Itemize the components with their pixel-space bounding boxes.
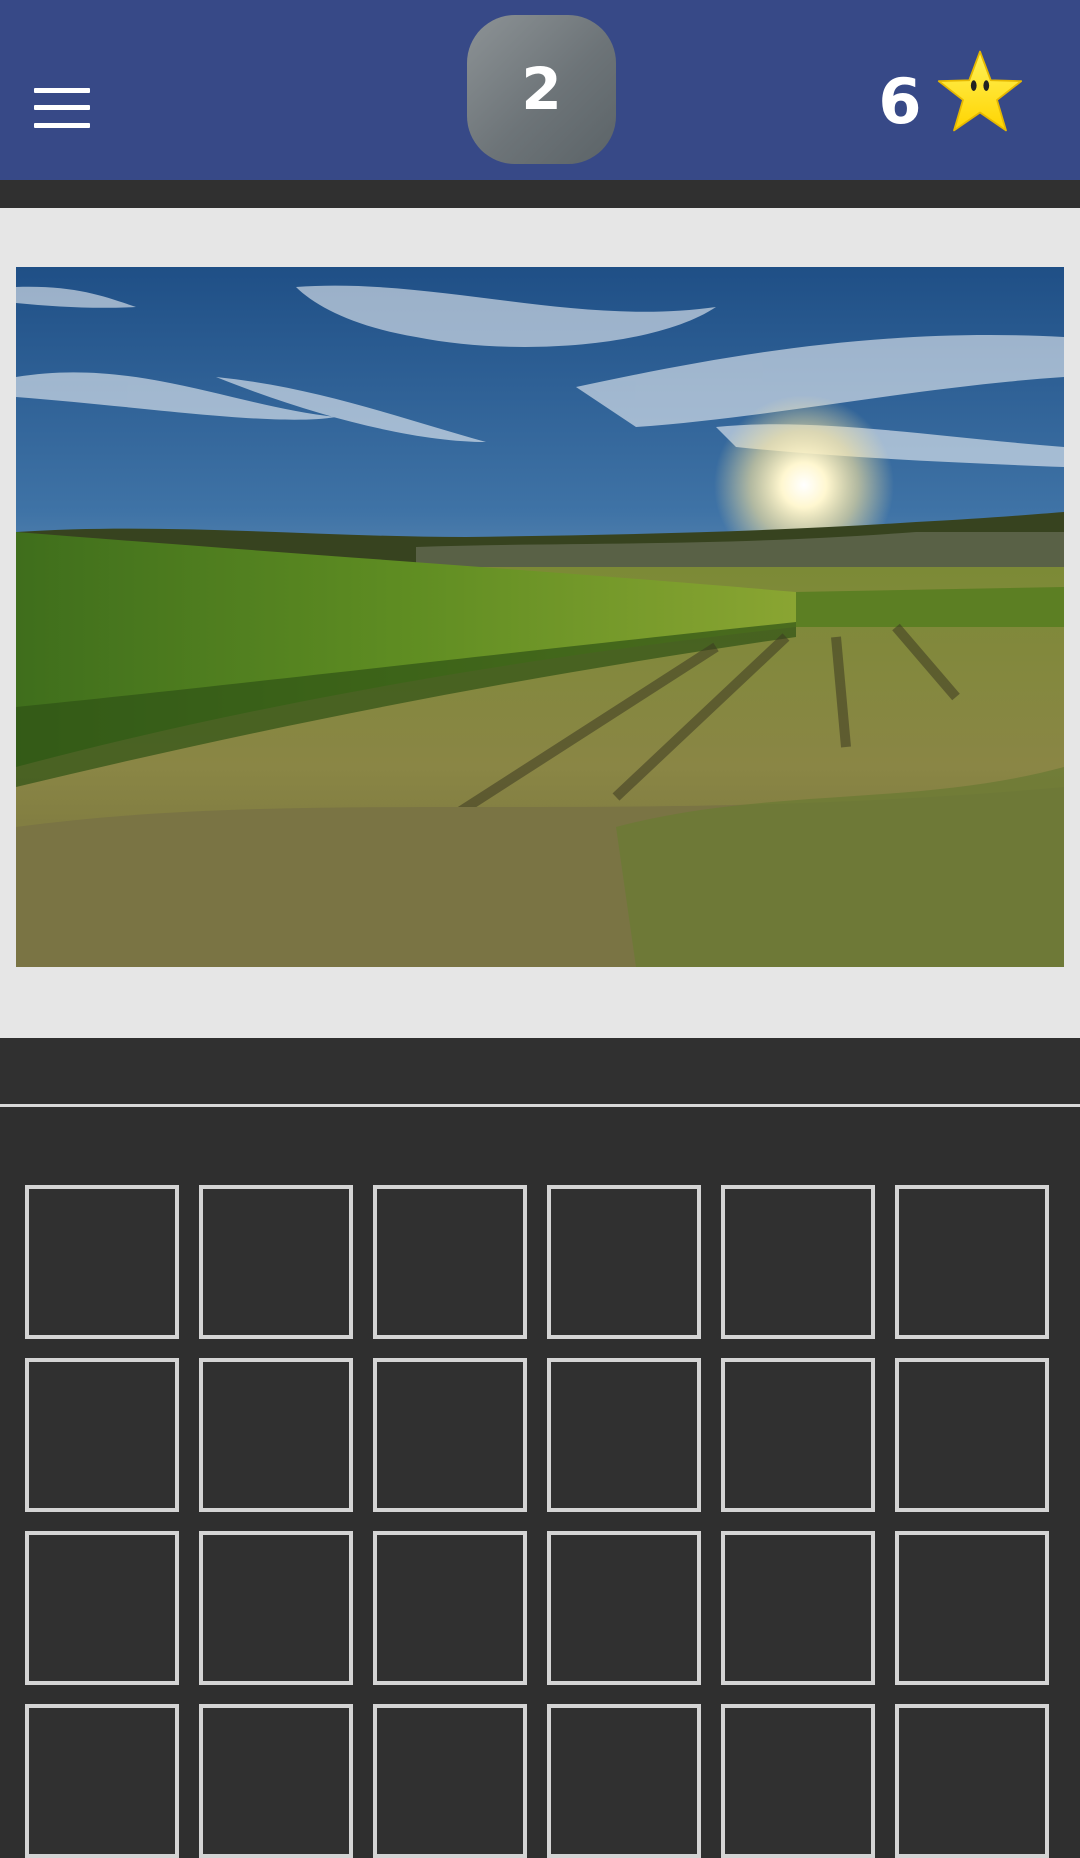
- answer-divider: [0, 1104, 1080, 1107]
- letter-tile[interactable]: [199, 1704, 353, 1858]
- letter-tile[interactable]: [895, 1358, 1049, 1512]
- level-badge: 2: [467, 15, 616, 164]
- letter-tile[interactable]: [199, 1358, 353, 1512]
- letter-tile[interactable]: [721, 1531, 875, 1685]
- letter-tile[interactable]: [547, 1531, 701, 1685]
- letter-tile[interactable]: [373, 1185, 527, 1339]
- letter-tile[interactable]: [895, 1531, 1049, 1685]
- letter-tile[interactable]: [25, 1704, 179, 1858]
- letter-tile[interactable]: [199, 1531, 353, 1685]
- top-app-bar: 2 6: [0, 0, 1080, 180]
- menu-button[interactable]: [34, 88, 90, 128]
- hamburger-menu-icon: [34, 88, 90, 93]
- letter-tile[interactable]: [373, 1358, 527, 1512]
- letter-tile[interactable]: [547, 1704, 701, 1858]
- coins-count: 6: [878, 65, 922, 138]
- header-shadow-strip: [0, 180, 1080, 208]
- vineyard-sunset-photo: [16, 267, 1064, 967]
- letter-tile[interactable]: [373, 1531, 527, 1685]
- answer-area: [0, 1038, 1080, 1104]
- letter-tile[interactable]: [373, 1704, 527, 1858]
- letter-tile[interactable]: [721, 1185, 875, 1339]
- letter-tile[interactable]: [25, 1358, 179, 1512]
- star-icon[interactable]: [935, 48, 1025, 134]
- letter-tile[interactable]: [25, 1531, 179, 1685]
- picture-panel: [0, 208, 1080, 1038]
- letter-tile[interactable]: [199, 1185, 353, 1339]
- letter-tile[interactable]: [721, 1704, 875, 1858]
- letter-tile[interactable]: [721, 1358, 875, 1512]
- letter-tile[interactable]: [25, 1185, 179, 1339]
- letter-tile[interactable]: [547, 1358, 701, 1512]
- letter-tile[interactable]: [547, 1185, 701, 1339]
- letter-tile[interactable]: [895, 1704, 1049, 1858]
- letter-tile[interactable]: [895, 1185, 1049, 1339]
